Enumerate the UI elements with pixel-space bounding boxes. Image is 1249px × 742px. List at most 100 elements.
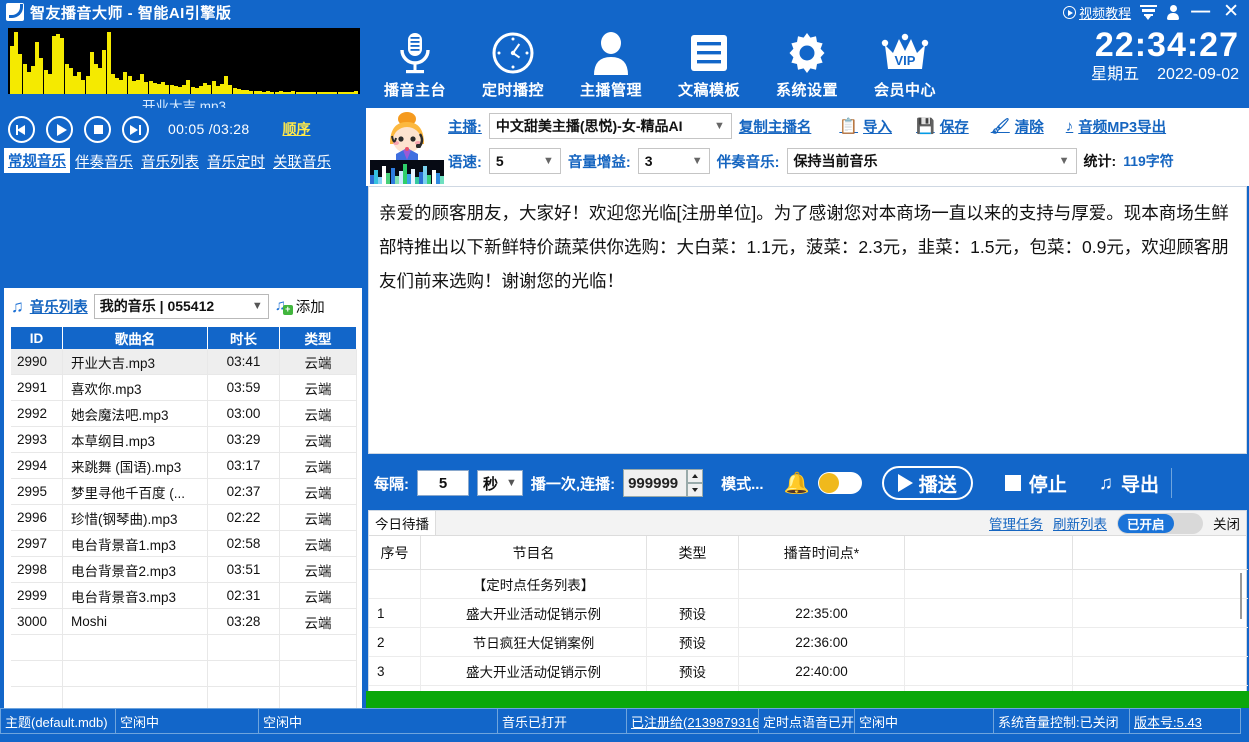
music-list-select[interactable]: 我的音乐 | 055412 ▼ xyxy=(93,293,269,319)
music-id: 2997 xyxy=(11,531,63,556)
add-music-icon: ♫ + xyxy=(275,298,293,315)
music-type: 云端 xyxy=(280,453,357,478)
stop-icon[interactable] xyxy=(84,115,111,143)
music-col-header[interactable]: 类型 xyxy=(280,327,357,349)
document-lines-icon xyxy=(687,28,731,78)
music-table-row[interactable]: 2997 电台背景音1.mp3 02:58 云端 xyxy=(11,531,357,557)
task-table-row[interactable]: 3 盛大开业活动促销示例 预设 22:40:00 xyxy=(369,657,1248,686)
chevron-down-icon: ▼ xyxy=(691,155,703,167)
gain-select[interactable]: 3 ▼ xyxy=(637,148,710,174)
music-table-row[interactable]: 2992 她会魔法吧.mp3 03:00 云端 xyxy=(11,401,357,427)
task-table-row[interactable]: 2 节日疯狂大促销案例 预设 22:36:00 xyxy=(369,628,1248,657)
left-tab-4[interactable]: 音乐定时 xyxy=(204,149,268,173)
repeat-value[interactable]: 999999 xyxy=(623,469,688,497)
manage-tasks-link[interactable]: 管理任务 xyxy=(989,513,1043,533)
music-table-row[interactable]: 2998 电台背景音2.mp3 03:51 云端 xyxy=(11,557,357,583)
import-label: 导入 xyxy=(863,119,893,136)
next-track-icon[interactable] xyxy=(122,115,149,143)
bgm-label: 伴奏音乐: xyxy=(716,154,780,171)
music-col-header[interactable]: 歌曲名 xyxy=(63,327,208,349)
play-icon[interactable] xyxy=(46,115,73,143)
import-button[interactable]: 📋 导入 xyxy=(839,116,892,137)
music-table-row[interactable]: 2993 本草纲目.mp3 03:29 云端 xyxy=(11,427,357,453)
import-clipboard-icon: 📋 xyxy=(839,117,859,135)
bottom-strip xyxy=(0,734,1249,742)
left-tab-5[interactable]: 关联音乐 xyxy=(270,149,334,173)
toolbar-item-6[interactable]: VIP 会员中心 xyxy=(856,24,954,108)
left-tab-1[interactable]: 常规音乐 xyxy=(4,148,70,173)
script-editor[interactable]: 亲爱的顾客朋友，大家好！欢迎您光临[注册单位]。为了感谢您对本商场一直以来的支持… xyxy=(368,186,1247,454)
music-table-row[interactable]: 3000 Moshi 03:28 云端 xyxy=(11,609,357,635)
status-bar: 主题(default.mdb) 空闲中 空闲中 音乐已打开 已注册给(213987931… xyxy=(0,708,1249,734)
task-no: 3 xyxy=(369,657,421,685)
save-button[interactable]: 💾 保存 xyxy=(916,116,969,137)
broadcast-button[interactable]: 播送 xyxy=(881,466,973,500)
task-col-header[interactable]: 类型 xyxy=(647,536,739,569)
video-tutorial-link[interactable]: 视频教程 xyxy=(1063,3,1131,22)
stepper-down-icon[interactable] xyxy=(687,483,704,497)
toolbar-item-4[interactable]: 文稿模板 xyxy=(660,24,758,108)
task-col-header[interactable]: 节目名 xyxy=(421,536,647,569)
toolbar-item-2[interactable]: 定时播控 xyxy=(464,24,562,108)
status-cell-5[interactable]: 已注册给(2139879316 xyxy=(626,708,759,734)
task-table-scrollbar[interactable] xyxy=(1240,573,1242,619)
user-account-icon[interactable] xyxy=(1166,4,1180,20)
music-col-header[interactable]: 时长 xyxy=(208,327,280,349)
stepper-up-icon[interactable] xyxy=(687,469,704,483)
bell-alert-icon[interactable]: 🔔 xyxy=(784,473,810,494)
left-tab-2[interactable]: 伴奏音乐 xyxy=(72,149,136,173)
export-mp3-button[interactable]: ♪ 音频MP3导出 xyxy=(1066,116,1166,137)
close-button[interactable]: ✕ xyxy=(1221,2,1241,21)
mode-button[interactable]: 模式... xyxy=(721,473,764,494)
task-col-header[interactable]: 播音时间点* xyxy=(739,536,905,569)
repeat-stepper[interactable]: 999999 xyxy=(623,469,704,497)
anchor-select[interactable]: 中文甜美主播(思悦)-女-精品AI ▼ xyxy=(488,113,732,139)
music-list-selected-value: 我的音乐 | 055412 xyxy=(99,298,215,314)
refresh-list-link[interactable]: 刷新列表 xyxy=(1053,513,1107,533)
music-col-header[interactable]: ID xyxy=(11,327,63,349)
task-col-header[interactable] xyxy=(905,536,1073,569)
interval-unit-select[interactable]: 秒 ▼ xyxy=(477,470,523,496)
add-music-label: 添加 xyxy=(295,299,325,316)
stat-label: 统计: xyxy=(1083,153,1117,169)
music-name: 来跳舞 (国语).mp3 xyxy=(63,453,208,478)
hamburger-menu-icon[interactable] xyxy=(1140,4,1158,20)
music-table-row[interactable]: 2996 珍惜(钢琴曲).mp3 02:22 云端 xyxy=(11,505,357,531)
toolbar-item-1[interactable]: 播音主台 xyxy=(366,24,464,108)
status-cell-3: 空闲中 xyxy=(258,708,498,734)
stat-value: 119字符 xyxy=(1123,153,1174,169)
status-cell-9[interactable]: 版本号:5.43 xyxy=(1129,708,1241,734)
toolbar-item-3[interactable]: 主播管理 xyxy=(562,24,660,108)
music-table-row[interactable]: 2994 来跳舞 (国语).mp3 03:17 云端 xyxy=(11,453,357,479)
task-enable-switch[interactable]: 已开启 xyxy=(1117,512,1203,534)
export-button[interactable]: ♫ 导出 xyxy=(1099,470,1159,497)
bgm-select[interactable]: 保持当前音乐 ▼ xyxy=(786,148,1077,174)
music-table-row[interactable]: 2991 喜欢你.mp3 03:59 云端 xyxy=(11,375,357,401)
alert-toggle-switch[interactable] xyxy=(817,472,862,494)
speed-label: 语速: xyxy=(448,154,482,171)
previous-track-icon[interactable] xyxy=(8,115,35,143)
clear-button[interactable]: 🖌 清除 xyxy=(991,116,1044,137)
task-col-header[interactable]: 序号 xyxy=(369,536,421,569)
toolbar-item-label: 定时播控 xyxy=(481,82,544,99)
music-table-row[interactable]: 2999 电台背景音3.mp3 02:31 云端 xyxy=(11,583,357,609)
toolbar-item-5[interactable]: 系统设置 xyxy=(758,24,856,108)
music-name: 电台背景音1.mp3 xyxy=(63,531,208,556)
switch-off-label[interactable]: 关闭 xyxy=(1213,513,1240,533)
music-list-link[interactable]: 音乐列表 xyxy=(30,296,88,317)
interval-input[interactable]: 5 xyxy=(417,470,469,496)
music-name: 电台背景音3.mp3 xyxy=(63,583,208,608)
music-table-row[interactable]: 2990 开业大吉.mp3 03:41 云端 xyxy=(11,349,357,375)
play-order-button[interactable]: 顺序 xyxy=(282,119,310,139)
task-table-row[interactable]: 1 盛大开业活动促销示例 预设 22:35:00 xyxy=(369,599,1248,628)
add-music-button[interactable]: ♫ + 添加 xyxy=(275,296,325,317)
left-tab-3[interactable]: 音乐列表 xyxy=(138,149,202,173)
stepper-arrows[interactable] xyxy=(687,469,704,497)
speed-select[interactable]: 5 ▼ xyxy=(488,148,561,174)
tab-today-pending[interactable]: 今日待播 xyxy=(369,511,436,535)
task-type: 预设 xyxy=(647,599,739,627)
copy-anchor-name-link[interactable]: 复制主播名 xyxy=(739,116,812,137)
music-table-row[interactable]: 2995 梦里寻他千百度 (... 02:37 云端 xyxy=(11,479,357,505)
minimize-button[interactable]: — xyxy=(1189,2,1212,21)
stop-button[interactable]: 停止 xyxy=(1004,470,1067,497)
